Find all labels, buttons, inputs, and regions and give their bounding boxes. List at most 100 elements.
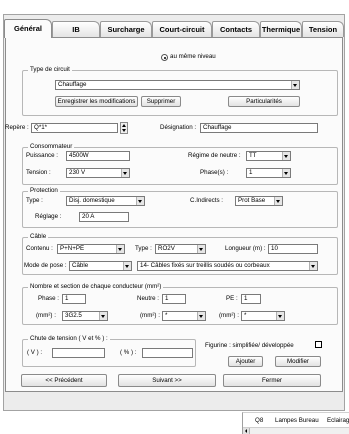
pe-section-select[interactable]: * [241, 311, 285, 321]
repere-label: Repère : [5, 124, 29, 131]
phase-section-value: 3G2.5 [65, 312, 82, 319]
tension-label: Tension : [26, 169, 51, 176]
contacts-indirects-select[interactable]: Prot Base [235, 196, 283, 206]
chevron-down-icon[interactable] [123, 262, 131, 270]
circuit-type-group: Type de circuit [22, 66, 338, 116]
pe-count-input[interactable]: 1 [241, 294, 261, 304]
figurine-checkbox[interactable] [315, 341, 322, 348]
regime-neutre-value: TT [249, 152, 257, 159]
arrow-up-icon[interactable] [122, 124, 126, 127]
puissance-label: Puissance : [26, 152, 58, 159]
chute-percent-input[interactable] [142, 348, 193, 358]
level-radio-button[interactable] [161, 54, 168, 61]
pe-section-value: * [244, 312, 247, 319]
arrow-down-icon[interactable] [122, 129, 126, 132]
chute-volts-label: ( V ) : [27, 349, 43, 356]
tab-surcharge[interactable]: Surcharge [100, 21, 152, 37]
chute-volts-input[interactable] [52, 348, 105, 358]
application-screen: Général IB Surcharge Court-circuit Conta… [0, 0, 349, 434]
phase-count-label: Phase : [38, 295, 59, 302]
chevron-down-icon[interactable] [276, 312, 284, 320]
puissance-input[interactable]: 4500W [66, 151, 130, 161]
tab-ib[interactable]: IB [52, 21, 100, 37]
chevron-down-icon[interactable] [282, 152, 290, 160]
chevron-down-icon[interactable] [121, 169, 129, 177]
conducteurs-legend: Nombre et section de chaque conducteur (… [28, 283, 164, 291]
pose-reference-value: 14- Câbles fixés sur treillis soudés ou … [140, 262, 270, 269]
phases-label: Phase(s) : [200, 169, 229, 176]
pe-section-label: (mm²) : [219, 312, 239, 319]
phases-select[interactable]: 1 [246, 168, 291, 178]
add-button[interactable]: Ajouter [228, 356, 263, 367]
phase-section-select[interactable]: 3G2.5 [62, 311, 108, 321]
close-button[interactable]: Fermer [223, 374, 321, 387]
circuit-type-legend: Type de circuit [28, 66, 72, 74]
chevron-down-icon[interactable] [274, 197, 282, 205]
previous-button[interactable]: << Précédent [21, 374, 107, 387]
contenu-value: P+N+PE [60, 245, 85, 252]
protection-type-value: Disj. domestique [69, 197, 115, 204]
designation-input[interactable]: Chauffage [200, 123, 318, 133]
chevron-down-icon[interactable] [197, 312, 205, 320]
table-cell[interactable]: Lampes Bureau [275, 417, 319, 425]
cable-type-label: Type : [135, 245, 152, 252]
chevron-down-icon[interactable] [136, 197, 144, 205]
longueur-input[interactable]: 10 [268, 244, 318, 254]
pe-count-label: PE : [226, 295, 238, 302]
tab-thermique[interactable]: Thermique [260, 21, 302, 37]
neutre-count-label: Neutre : [137, 295, 160, 302]
repere-spinner[interactable] [120, 122, 128, 134]
designation-label: Désignation : [160, 124, 197, 131]
contacts-indirects-label: C.Indirects : [190, 197, 224, 204]
mode-pose-label: Mode de pose : [24, 262, 67, 269]
mode-pose-select[interactable]: Câble [69, 261, 132, 271]
protection-legend: Protection [28, 187, 60, 195]
chevron-down-icon[interactable] [116, 245, 124, 253]
modify-button[interactable]: Modifier [275, 356, 321, 367]
tab-tension[interactable]: Tension [302, 21, 344, 37]
repere-input[interactable]: Q*1* [31, 123, 118, 133]
chevron-down-icon[interactable] [197, 245, 205, 253]
save-modifications-button[interactable]: Enregistrer les modifications [55, 96, 138, 107]
circuit-type-select[interactable]: Chauffage [55, 80, 300, 90]
level-radio-label: au même niveau [170, 53, 216, 60]
tab-general[interactable]: Général [4, 19, 52, 38]
neutre-section-label: (mm²) : [140, 312, 160, 319]
chevron-down-icon[interactable] [291, 81, 299, 89]
protection-type-label: Type : [26, 197, 43, 204]
chute-tension-legend: Chute de tension ( V et % ) : [28, 335, 110, 343]
tension-value: 230 V [69, 169, 86, 176]
chevron-down-icon[interactable] [309, 262, 317, 270]
figurine-label: Figurine : simplifiée/ développée [205, 342, 294, 349]
cable-type-select[interactable]: RO2V [155, 244, 206, 254]
contacts-indirects-value: Prot Base [238, 197, 266, 204]
cable-type-value: RO2V [158, 245, 175, 252]
cable-legend: Câble [28, 233, 49, 241]
regime-neutre-label: Régime de neutre : [188, 152, 241, 159]
phase-section-label: (mm²) : [36, 312, 56, 319]
circuit-type-value: Chauffage [58, 81, 87, 88]
table-cell[interactable]: Eclairag [327, 417, 349, 425]
delete-button[interactable]: Supprimer [141, 96, 181, 107]
regime-neutre-select[interactable]: TT [246, 151, 291, 161]
neutre-section-value: * [165, 312, 168, 319]
reglage-input[interactable]: 20 A [79, 212, 129, 222]
neutre-count-input[interactable]: 1 [162, 294, 186, 304]
mode-pose-value: Câble [72, 262, 89, 269]
protection-type-select[interactable]: Disj. domestique [66, 196, 145, 206]
neutre-section-select[interactable]: * [162, 311, 206, 321]
chevron-down-icon[interactable] [99, 312, 107, 320]
chevron-down-icon[interactable] [282, 169, 290, 177]
tab-contacts[interactable]: Contacts [212, 21, 260, 37]
next-button[interactable]: Suivant >> [118, 374, 216, 387]
contenu-select[interactable]: P+N+PE [57, 244, 125, 254]
tension-select[interactable]: 230 V [66, 168, 130, 178]
pose-reference-select[interactable]: 14- Câbles fixés sur treillis soudés ou … [137, 261, 318, 271]
table-cell[interactable]: Q8 [255, 417, 263, 425]
tab-court-circuit[interactable]: Court-circuit [152, 21, 212, 37]
phase-count-input[interactable]: 1 [62, 294, 86, 304]
particularities-button[interactable]: Particularités [228, 96, 300, 107]
horizontal-scrollbar[interactable] [243, 427, 349, 434]
arrow-left-icon[interactable] [243, 428, 250, 434]
contenu-label: Contenu : [26, 245, 53, 252]
